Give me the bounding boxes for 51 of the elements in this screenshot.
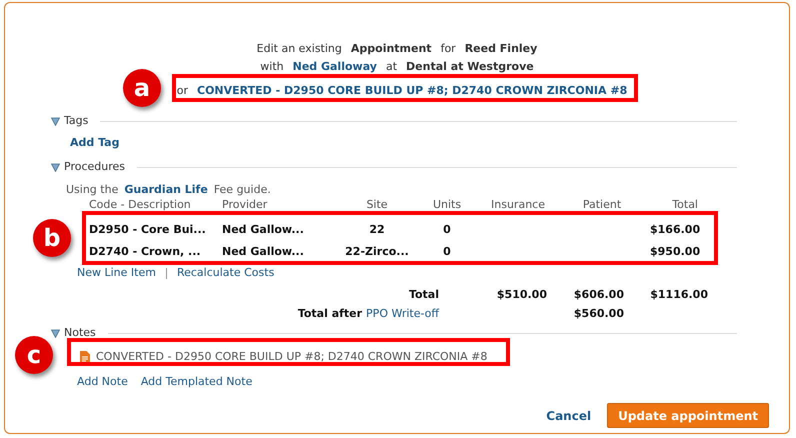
table-cell-text: 22 (368, 222, 386, 238)
label-text: Appointment (350, 41, 432, 57)
label-text: at (386, 59, 398, 75)
total-label: Total after (298, 306, 362, 322)
table-cell-text: D2740 - Crown, ... (89, 244, 202, 260)
link[interactable]: New Line Item (77, 266, 156, 280)
table-cell-text: $950.00 (650, 244, 698, 260)
table-cell-text: Ned Gallow... (222, 222, 305, 238)
fee-guide-link[interactable]: Guardian Life (124, 183, 208, 197)
total-value: $510.00 (496, 287, 547, 303)
section-title: Tags (64, 114, 88, 128)
document-icon (80, 351, 90, 363)
table-cell-text: Ned Gallow... (222, 244, 305, 260)
label-text: or (176, 83, 188, 99)
note-text: CONVERTED - D2950 CORE BUILD UP #8; D2740 CROWN ZIRCONIA #8 (96, 350, 488, 364)
link[interactable]: Ned Galloway (292, 58, 377, 76)
total-value: $560.00 (572, 306, 624, 322)
expanded-triangle-icon[interactable] (51, 328, 60, 338)
table-cell-text: 0 (442, 222, 452, 238)
ppo-write-off-link[interactable]: PPO Write-off (366, 304, 439, 323)
cancel-link[interactable]: Cancel (546, 406, 592, 424)
expanded-triangle-icon[interactable] (51, 116, 60, 126)
expanded-triangle-icon[interactable] (51, 162, 60, 172)
column-header: Insurance (490, 198, 546, 212)
label-text: Using the (66, 183, 118, 197)
total-label: Total (408, 287, 439, 303)
table-cell-text: 0 (442, 244, 452, 260)
label-text: for (440, 41, 456, 57)
column-header: Provider (222, 198, 268, 212)
link[interactable]: Add Note (77, 375, 128, 389)
column-header: Units (432, 198, 462, 212)
column-header: Patient (582, 198, 622, 212)
label-text: Fee guide. (214, 183, 271, 197)
link[interactable]: Recalculate Costs (176, 266, 274, 280)
table-cell-text: D2950 - Core Bui... (89, 222, 207, 238)
column-header: Total (671, 198, 698, 212)
link[interactable]: CONVERTED - D2950 CORE BUILD UP #8; D2740 CROWN ZIRCONIA #8 (197, 82, 628, 100)
total-value: $1116.00 (649, 287, 708, 303)
add-tag-link[interactable]: Add Tag (70, 136, 120, 150)
section-title: Notes (64, 326, 96, 340)
column-header: Code - Description (89, 198, 192, 212)
label-text: Dental at Westgrove (406, 59, 534, 75)
link[interactable]: Add Templated Note (140, 375, 252, 389)
section-title: Procedures (64, 160, 125, 174)
label-text: with (260, 59, 284, 75)
label-text: Reed Finley (464, 41, 538, 57)
label-text: Edit an existing (256, 41, 342, 57)
column-header: Site (365, 198, 389, 212)
table-cell-text: $166.00 (650, 222, 698, 238)
table-cell-text: 22-Zirco... (344, 244, 410, 260)
total-value: $606.00 (572, 287, 624, 303)
